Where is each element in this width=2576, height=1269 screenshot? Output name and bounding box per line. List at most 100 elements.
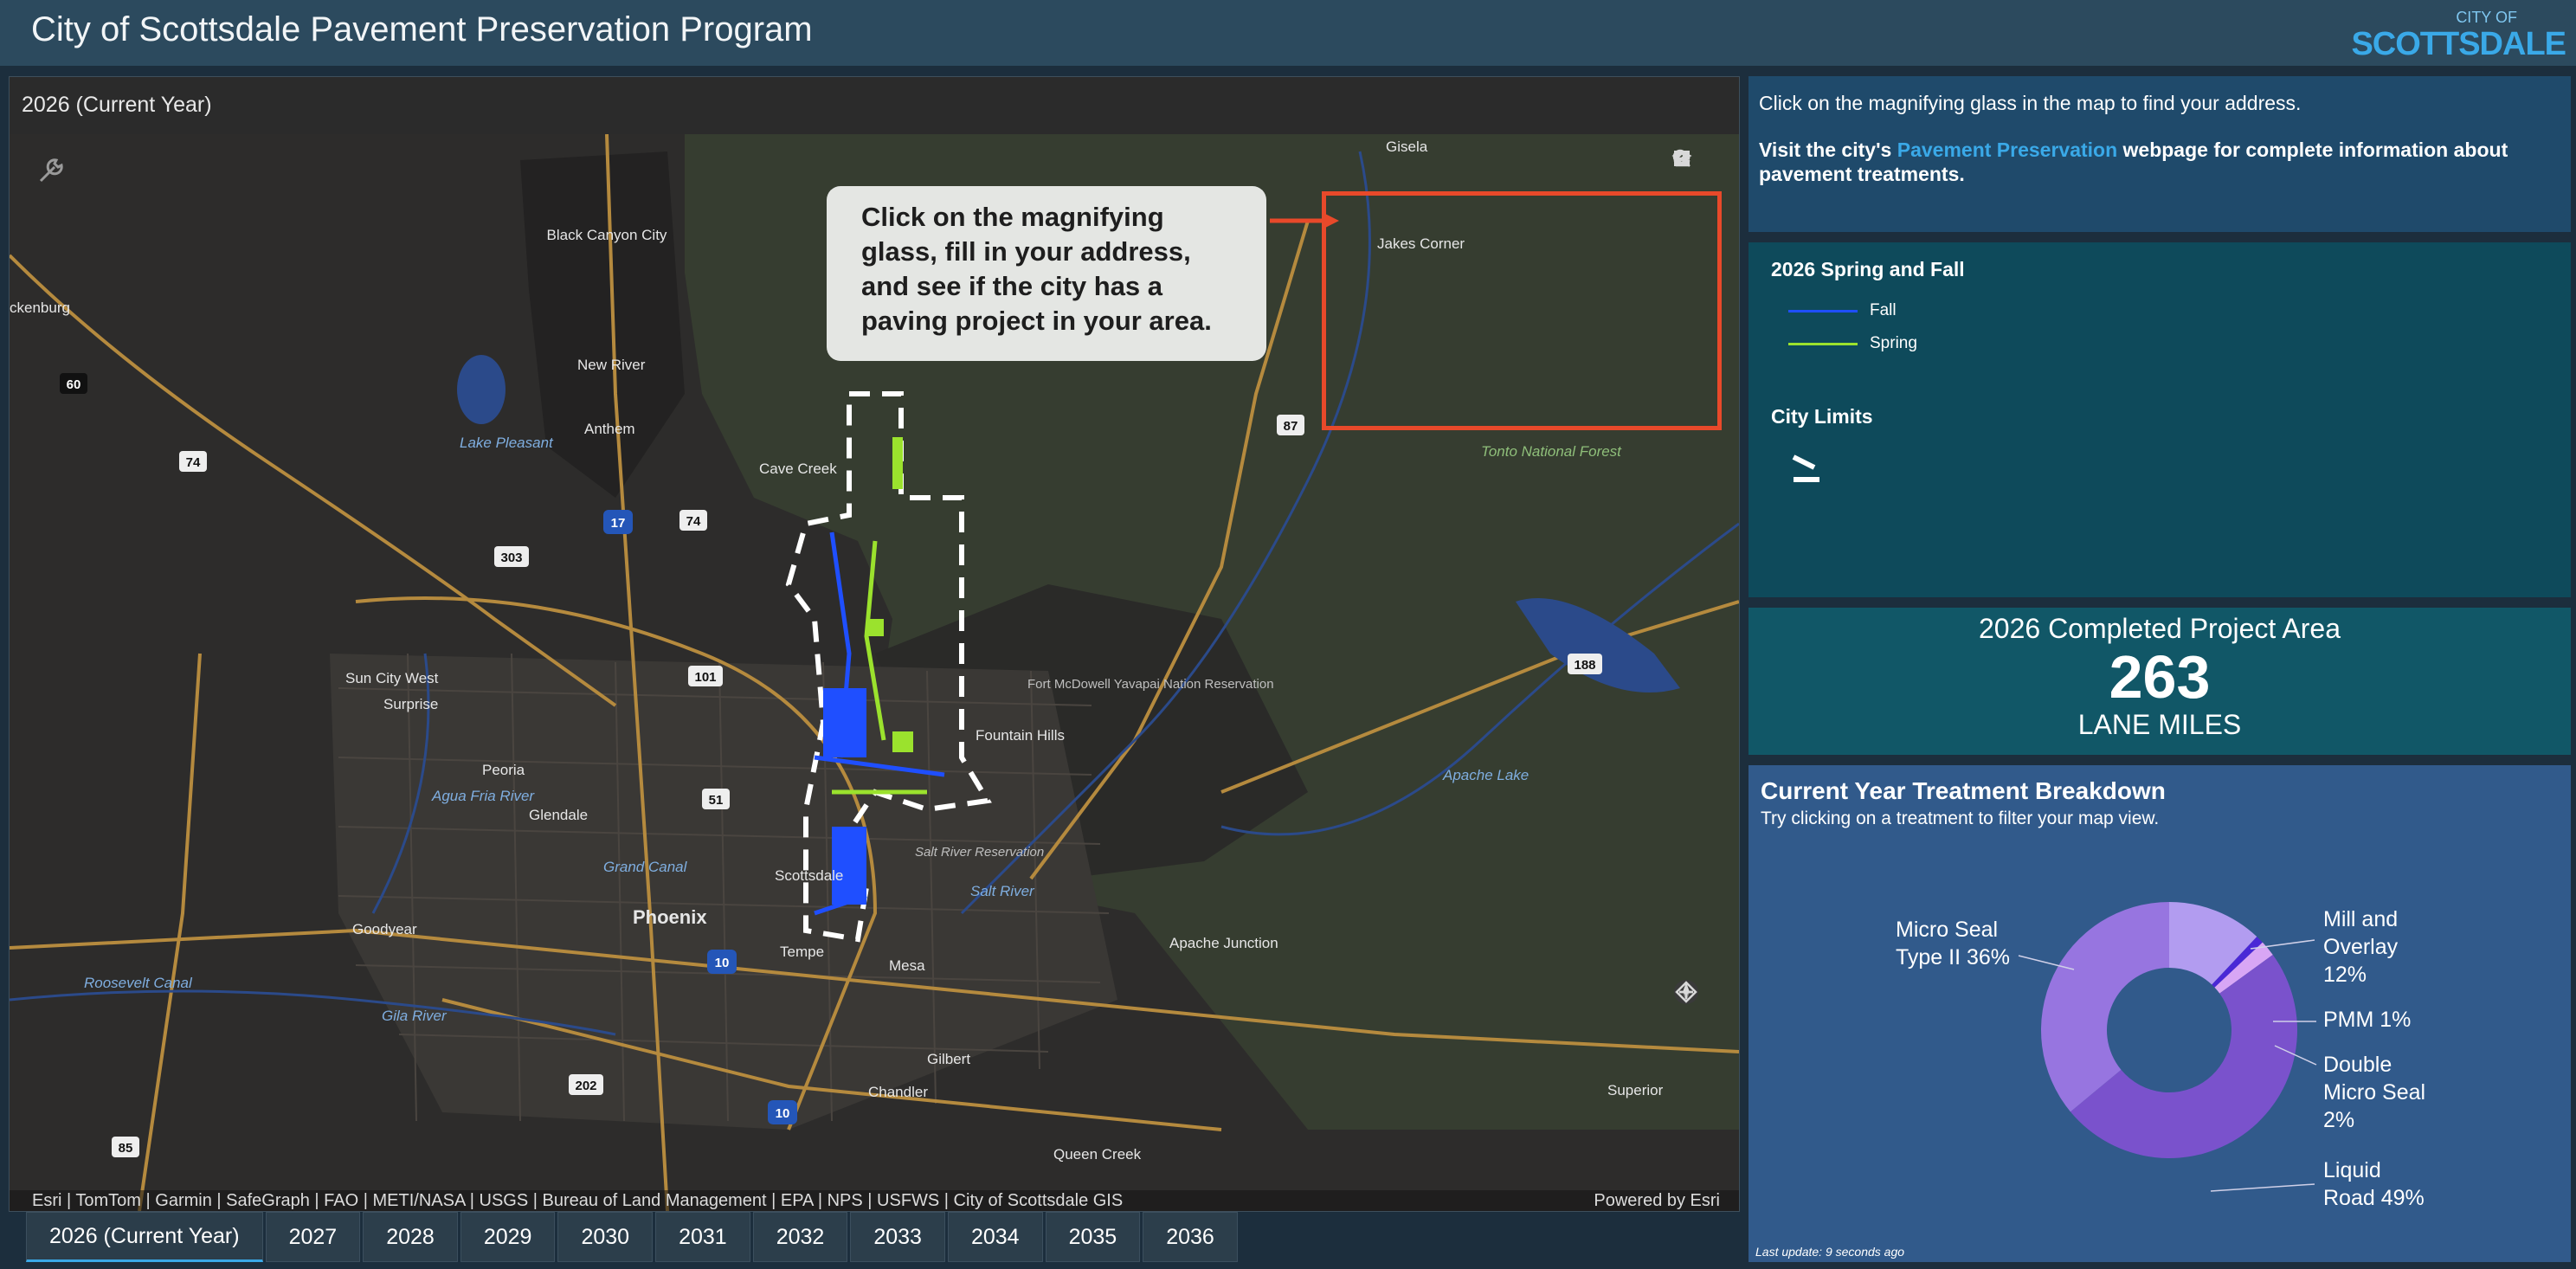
tab-year-2030[interactable]: 2030 bbox=[557, 1212, 654, 1262]
shield-51: 51 bbox=[709, 793, 724, 808]
map-label-tempe: Tempe bbox=[780, 944, 824, 960]
map-label-salt-river-res: Salt River Reservation bbox=[915, 845, 1044, 860]
label-double-1: Double bbox=[2323, 1053, 2392, 1077]
metric-unit: LANE MILES bbox=[2077, 709, 2242, 740]
shield-202: 202 bbox=[575, 1079, 596, 1093]
slice-micro-seal-type-ii[interactable] bbox=[2041, 902, 2169, 1112]
label-mill-2: Overlay bbox=[2323, 935, 2399, 959]
shield-101: 101 bbox=[694, 670, 716, 685]
list-icon[interactable] bbox=[1671, 151, 1722, 267]
attribution-text: Esri | TomTom | Garmin | SafeGraph | FAO… bbox=[32, 1191, 1124, 1210]
label-double-2: Micro Seal bbox=[2323, 1080, 2425, 1105]
city-logo: CITY OF SCOTTSDALE bbox=[2351, 5, 2569, 62]
legend-swatch-city-limits bbox=[1790, 450, 1825, 489]
shield-10a: 10 bbox=[715, 956, 730, 970]
label-micro-2: Type II 36% bbox=[1896, 945, 2010, 969]
treatment-donut-chart[interactable]: Mill and Overlay 12% PMM 1% Double Micro… bbox=[1761, 838, 2557, 1245]
map-label-cave-creek: Cave Creek bbox=[759, 461, 837, 477]
map-label-wickenburg: ckenburg bbox=[10, 300, 70, 316]
tab-year-2034[interactable]: 2034 bbox=[947, 1212, 1043, 1262]
tab-year-2033[interactable]: 2033 bbox=[850, 1212, 945, 1262]
label-double-3: 2% bbox=[2323, 1108, 2354, 1132]
powered-by-esri[interactable]: Powered by Esri bbox=[1594, 1191, 1720, 1211]
map-navigation bbox=[1673, 979, 1722, 1180]
tab-year-2027[interactable]: 2027 bbox=[265, 1212, 361, 1262]
shield-188: 188 bbox=[1574, 658, 1595, 673]
legend-swatch-fall bbox=[1788, 309, 1858, 312]
tab-year-2036[interactable]: 2036 bbox=[1143, 1212, 1238, 1262]
search-icon[interactable] bbox=[1671, 149, 1722, 228]
tab-year-2031[interactable]: 2031 bbox=[655, 1212, 750, 1262]
label-mill-3: 12% bbox=[2323, 963, 2367, 987]
year-tabs: 2026 (Current Year) 2027 2028 2029 2030 … bbox=[26, 1212, 1240, 1264]
tab-year-2035[interactable]: 2035 bbox=[1045, 1212, 1141, 1262]
map-label-lake-pleasant: Lake Pleasant bbox=[460, 435, 554, 451]
shield-74b: 74 bbox=[686, 514, 701, 529]
pavement-preservation-link[interactable]: Pavement Preservation bbox=[1897, 138, 2117, 161]
legend-label-spring: Spring bbox=[1870, 334, 1917, 352]
shield-87: 87 bbox=[1284, 419, 1298, 434]
map-label-chandler: Chandler bbox=[868, 1084, 928, 1100]
map-view[interactable]: Black Canyon City Gisela Jakes Corner Ne… bbox=[10, 134, 1739, 1211]
map-label-fountain-hills: Fountain Hills bbox=[976, 727, 1065, 744]
map-tools-highlight bbox=[1322, 191, 1722, 430]
map-label-salt-river: Salt River bbox=[970, 883, 1035, 899]
breakdown-title: Current Year Treatment Breakdown bbox=[1761, 777, 2166, 804]
label-pmm: PMM 1% bbox=[2323, 1008, 2411, 1032]
collapse-toolbar-icon[interactable] bbox=[1671, 152, 1722, 427]
legend-swatch-spring bbox=[1788, 342, 1858, 345]
treatment-breakdown-panel: Current Year Treatment Breakdown Try cli… bbox=[1748, 765, 2571, 1262]
map-panel-title: 2026 (Current Year) bbox=[22, 93, 212, 117]
map-label-apache-junction: Apache Junction bbox=[1169, 935, 1278, 951]
label-liquid-2: Road 49% bbox=[2323, 1186, 2425, 1210]
map-label-peoria: Peoria bbox=[482, 762, 525, 778]
info-visit-text: Visit the city's Pavement Preservation w… bbox=[1759, 138, 2560, 186]
metric-value: 263 bbox=[2109, 643, 2211, 711]
completed-area-metric: 2026 Completed Project Area 263 LANE MIL… bbox=[1748, 608, 2571, 755]
breakdown-subtitle: Try clicking on a treatment to filter yo… bbox=[1761, 808, 2160, 828]
zoom-in-icon[interactable] bbox=[1673, 985, 1722, 1130]
info-search-hint: Click on the magnifying glass in the map… bbox=[1759, 92, 2302, 114]
logo-text-city-of: CITY OF bbox=[2456, 9, 2517, 26]
map-label-mesa: Mesa bbox=[889, 957, 925, 974]
basemap-gallery-icon[interactable] bbox=[1671, 151, 1722, 387]
legend-title-city-limits: City Limits bbox=[1771, 405, 1873, 428]
map-label-superior: Superior bbox=[1607, 1082, 1664, 1098]
wrench-icon[interactable] bbox=[32, 155, 67, 190]
map-label-sun-city-west: Sun City West bbox=[345, 670, 439, 686]
info-panel: Click on the magnifying glass in the map… bbox=[1748, 76, 2571, 232]
legend-label-fall: Fall bbox=[1870, 301, 1897, 319]
legend-title-spring-fall: 2026 Spring and Fall bbox=[1771, 258, 1965, 280]
home-icon[interactable] bbox=[1671, 150, 1722, 307]
map-label-agua-fria: Agua Fria River bbox=[431, 788, 535, 804]
label-mill-1: Mill and bbox=[2323, 907, 2398, 931]
map-label-goodyear: Goodyear bbox=[352, 921, 417, 937]
map-label-black-canyon: Black Canyon City bbox=[547, 227, 667, 243]
map-label-new-river: New River bbox=[577, 357, 646, 373]
tab-year-2032[interactable]: 2032 bbox=[752, 1212, 848, 1262]
logo-text-scottsdale: SCOTTSDALE bbox=[2351, 26, 2566, 62]
tab-year-2029[interactable]: 2029 bbox=[460, 1212, 556, 1262]
label-liquid-1: Liquid bbox=[2323, 1158, 2381, 1182]
metric-title: 2026 Completed Project Area bbox=[1978, 613, 2341, 644]
map-label-grand-canal: Grand Canal bbox=[603, 859, 688, 875]
map-label-gilbert: Gilbert bbox=[927, 1051, 970, 1067]
map-label-gisela: Gisela bbox=[1386, 138, 1428, 155]
shield-303: 303 bbox=[500, 551, 522, 565]
map-label-surprise: Surprise bbox=[383, 696, 438, 712]
map-attribution: Esri | TomTom | Garmin | SafeGraph | FAO… bbox=[10, 1190, 1739, 1211]
last-update: Last update: 9 seconds ago bbox=[1755, 1245, 1905, 1259]
layers-icon[interactable] bbox=[1671, 150, 1722, 347]
tab-year-2028[interactable]: 2028 bbox=[363, 1212, 458, 1262]
locate-icon[interactable] bbox=[1673, 981, 1722, 1079]
app-title: City of Scottsdale Pavement Preservation… bbox=[31, 10, 813, 48]
map-label-roosevelt-canal: Roosevelt Canal bbox=[84, 975, 193, 991]
zoom-out-icon[interactable] bbox=[1673, 990, 1722, 1180]
info-visit-prefix: Visit the city's bbox=[1759, 138, 1897, 161]
map-label-gila-river: Gila River bbox=[382, 1008, 448, 1024]
map-label-queen-creek: Queen Creek bbox=[1053, 1146, 1142, 1163]
map-label-apache-lake: Apache Lake bbox=[1442, 767, 1529, 783]
legend-item-fall: Fall bbox=[1788, 301, 1897, 320]
shield-60: 60 bbox=[67, 377, 81, 392]
tab-year-2026[interactable]: 2026 (Current Year) bbox=[26, 1212, 263, 1262]
